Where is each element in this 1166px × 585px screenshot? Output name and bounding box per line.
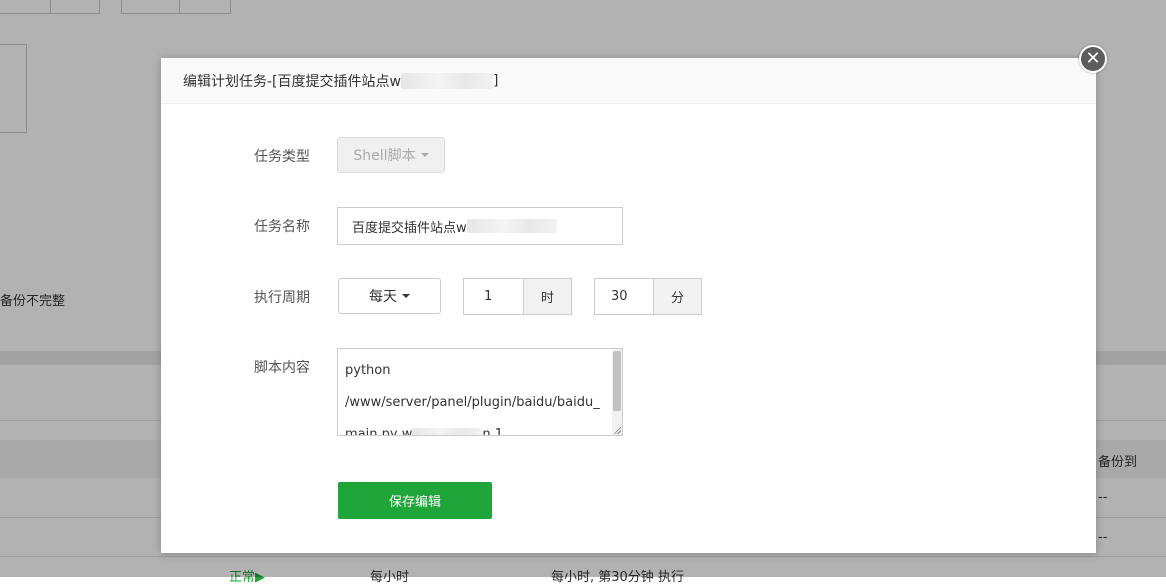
period-select[interactable]: 每天 <box>338 278 441 314</box>
task-type-value: Shell脚本 <box>353 148 416 164</box>
script-textarea[interactable]: python /www/server/panel/plugin/baidu/ba… <box>337 348 623 436</box>
save-edit-button[interactable]: 保存编辑 <box>338 482 492 519</box>
task-type-select: Shell脚本 <box>337 137 445 173</box>
redacted-patch <box>400 72 493 89</box>
dialog-title: 编辑计划任务-[百度提交插件站点w <box>183 73 401 90</box>
hour-value: 1 <box>484 289 493 304</box>
task-name-value: 百度提交插件站点w <box>352 220 467 236</box>
hour-unit-addon: 时 <box>523 279 571 314</box>
script-text-tail: n 1 <box>482 427 503 436</box>
minute-input[interactable]: 30 分 <box>594 278 702 315</box>
edit-task-dialog: 编辑计划任务-[百度提交插件站点w ] 任务类型 Shell脚本 任务名称 百度… <box>161 58 1096 553</box>
dialog-header: 编辑计划任务-[百度提交插件站点w ] <box>161 58 1096 104</box>
redacted-patch <box>412 427 483 435</box>
minute-unit-addon: 分 <box>653 279 701 314</box>
period-value: 每天 <box>369 289 397 305</box>
close-icon[interactable]: ✕ <box>1079 45 1107 73</box>
script-text: python /www/server/panel/plugin/baidu/ba… <box>345 363 600 436</box>
hour-input[interactable]: 1 时 <box>463 278 572 315</box>
script-content: python /www/server/panel/plugin/baidu/ba… <box>338 349 605 436</box>
minute-value: 30 <box>611 289 628 304</box>
dialog-title-end: ] <box>492 72 499 89</box>
scrollbar-thumb[interactable] <box>613 351 621 411</box>
textarea-scrollbar[interactable] <box>612 349 622 435</box>
redacted-patch <box>466 219 557 233</box>
period-label: 执行周期 <box>254 290 310 306</box>
caret-down-icon <box>420 153 429 157</box>
resize-handle-icon[interactable] <box>613 426 621 434</box>
task-name-label: 任务名称 <box>254 219 310 235</box>
task-name-input[interactable]: 百度提交插件站点w <box>337 207 623 245</box>
task-type-label: 任务类型 <box>254 149 310 165</box>
caret-down-icon <box>402 294 410 298</box>
script-label: 脚本内容 <box>254 360 310 376</box>
